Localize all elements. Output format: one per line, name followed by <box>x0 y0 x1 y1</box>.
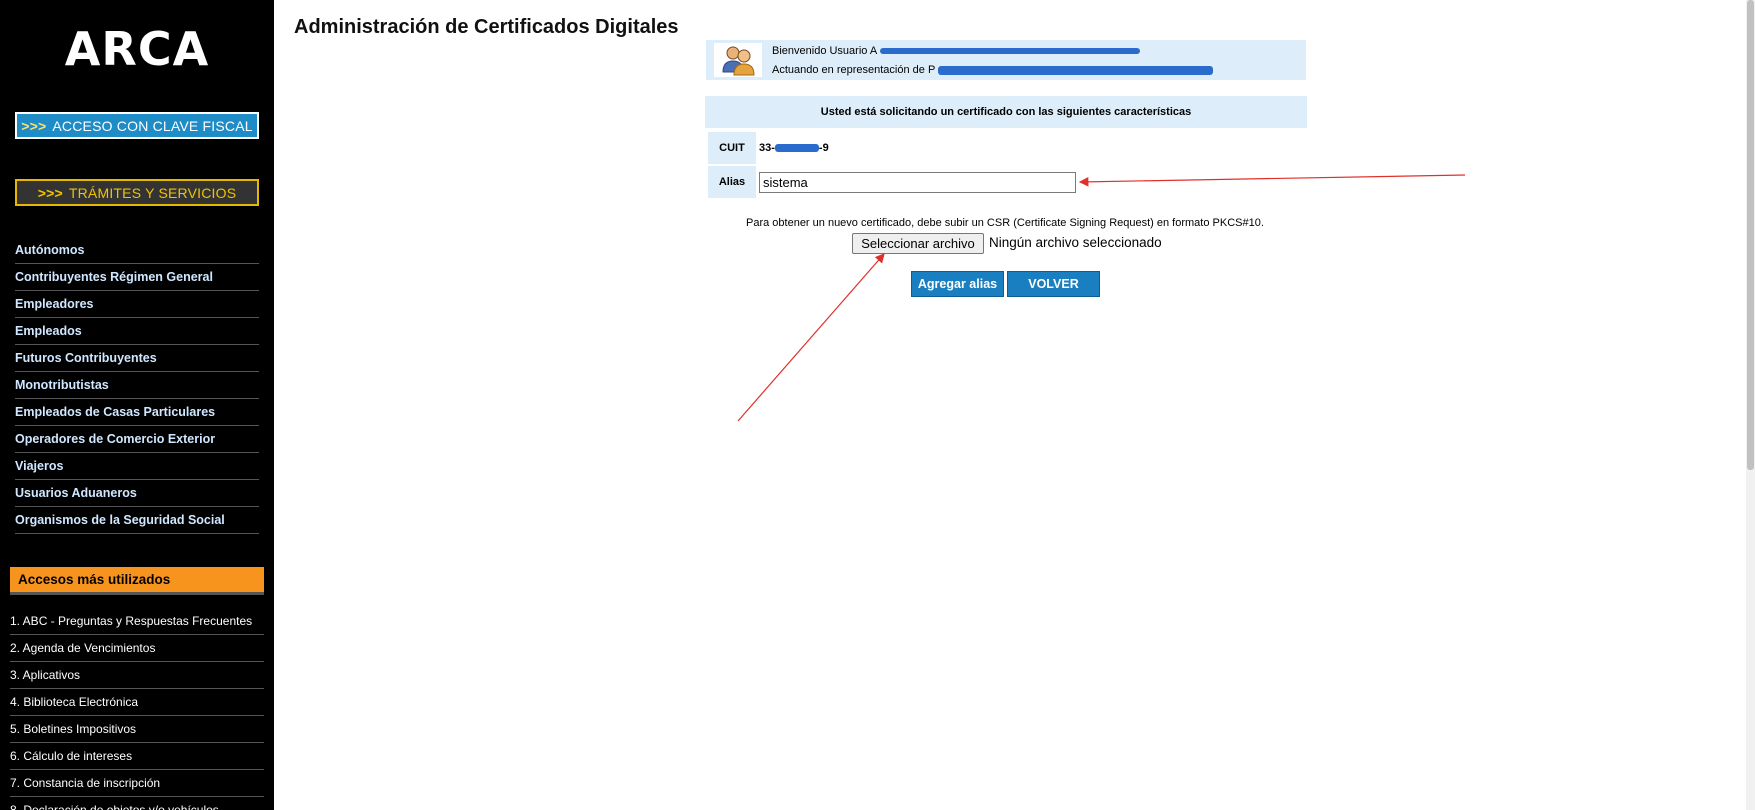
sidebar-item-contribuyentes-regimen-general[interactable]: Contribuyentes Régimen General <box>15 264 259 291</box>
sidebar-nav: Autónomos Contribuyentes Régimen General… <box>15 237 259 534</box>
cuit-value: 33- -9 <box>759 142 829 154</box>
chevrons-icon: >>> <box>21 117 47 134</box>
accesos-header: Accesos más utilizados <box>10 567 264 595</box>
tramites-servicios-button[interactable]: >>> TRÁMITES Y SERVICIOS <box>15 179 259 206</box>
file-status: Ningún archivo seleccionado <box>989 235 1162 250</box>
sidebar-item-empleados-casas-particulares[interactable]: Empleados de Casas Particulares <box>15 399 259 426</box>
welcome-panel: Bienvenido Usuario A Actuando en represe… <box>706 40 1306 80</box>
sidebar-item-viajeros[interactable]: Viajeros <box>15 453 259 480</box>
alias-input[interactable] <box>759 172 1076 193</box>
welcome-user-text: Bienvenido Usuario A <box>772 45 877 57</box>
acceso-item[interactable]: 3. Aplicativos <box>10 662 264 689</box>
redacted-mark <box>879 48 1140 55</box>
acceso-item[interactable]: 6. Cálculo de intereses <box>10 743 264 770</box>
acceso-item[interactable]: 2. Agenda de Vencimientos <box>10 635 264 662</box>
sidebar-item-autonomos[interactable]: Autónomos <box>15 237 259 264</box>
sidebar-item-usuarios-aduaneros[interactable]: Usuarios Aduaneros <box>15 480 259 507</box>
cuit-prefix: 33- <box>759 142 775 154</box>
back-button[interactable]: VOLVER <box>1007 271 1100 297</box>
cuit-suffix: -9 <box>818 142 829 154</box>
sidebar-item-futuros-contribuyentes[interactable]: Futuros Contribuyentes <box>15 345 259 372</box>
arrow-to-alias <box>1078 174 1466 187</box>
redacted-mark <box>774 144 819 153</box>
clave-fiscal-button[interactable]: >>> ACCESO CON CLAVE FISCAL <box>15 112 259 139</box>
scrollbar-thumb[interactable] <box>1747 0 1754 470</box>
arca-logo[interactable]: ARCA <box>0 22 274 76</box>
page-scrollbar[interactable] <box>1746 0 1755 810</box>
sidebar-item-empleados[interactable]: Empleados <box>15 318 259 345</box>
acceso-item[interactable]: 4. Biblioteca Electrónica <box>10 689 264 716</box>
representation-text: Actuando en representación de P <box>772 64 936 76</box>
request-info-bar: Usted está solicitando un certificado co… <box>705 96 1307 128</box>
welcome-user-line: Bienvenido Usuario A <box>772 45 1140 57</box>
representation-line: Actuando en representación de P <box>772 64 1214 76</box>
clave-fiscal-label: ACCESO CON CLAVE FISCAL <box>52 117 253 134</box>
users-icon <box>714 43 762 77</box>
sidebar-item-seguridad-social[interactable]: Organismos de la Seguridad Social <box>15 507 259 534</box>
page-title: Administración de Certificados Digitales <box>294 16 679 38</box>
sidebar-item-monotributistas[interactable]: Monotributistas <box>15 372 259 399</box>
cuit-label: CUIT <box>708 132 756 164</box>
acceso-item[interactable]: 5. Boletines Impositivos <box>10 716 264 743</box>
alias-label: Alias <box>708 166 756 198</box>
acceso-item[interactable]: 8. Declaración de objetos y/o vehículos <box>10 797 264 810</box>
redacted-mark <box>938 65 1214 75</box>
add-alias-button[interactable]: Agregar alias <box>911 271 1004 297</box>
chevrons-icon: >>> <box>37 184 63 201</box>
arrow-to-file-button <box>737 253 885 422</box>
accesos-list: 1. ABC - Preguntas y Respuestas Frecuent… <box>10 608 264 810</box>
acceso-item[interactable]: 1. ABC - Preguntas y Respuestas Frecuent… <box>10 608 264 635</box>
sidebar: ARCA >>> ACCESO CON CLAVE FISCAL >>> TRÁ… <box>0 0 274 810</box>
select-file-button[interactable]: Seleccionar archivo <box>852 233 984 254</box>
acceso-item[interactable]: 7. Constancia de inscripción <box>10 770 264 797</box>
sidebar-item-comercio-exterior[interactable]: Operadores de Comercio Exterior <box>15 426 259 453</box>
csr-instructions: Para obtener un nuevo certificado, debe … <box>746 217 1264 229</box>
tramites-label: TRÁMITES Y SERVICIOS <box>68 184 237 201</box>
sidebar-item-empleadores[interactable]: Empleadores <box>15 291 259 318</box>
